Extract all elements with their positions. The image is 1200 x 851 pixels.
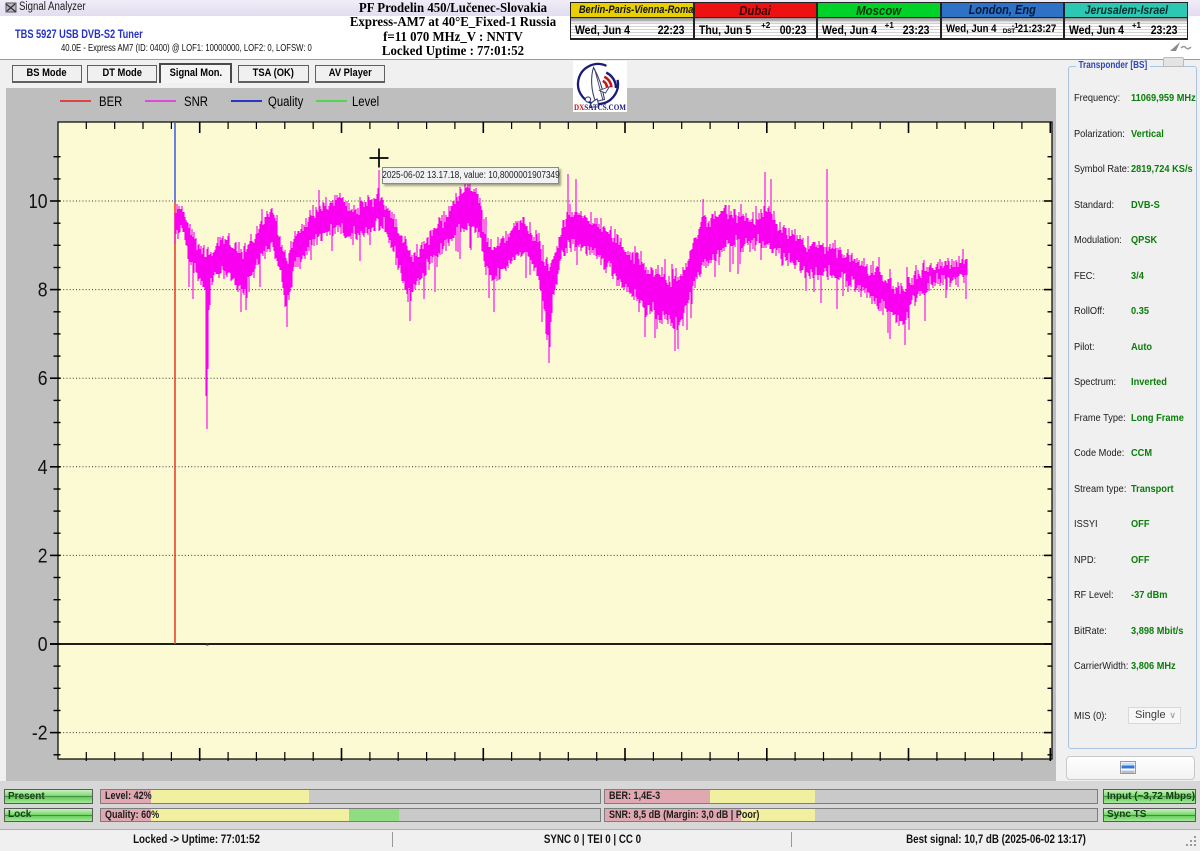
svg-text:8: 8 xyxy=(38,279,48,302)
svg-text:DXSATCS.COM: DXSATCS.COM xyxy=(574,102,626,112)
svg-text:10: 10 xyxy=(30,191,48,214)
svg-text:-2: -2 xyxy=(32,722,48,745)
svg-text:4: 4 xyxy=(38,457,48,480)
svg-text:6: 6 xyxy=(38,368,48,391)
svg-text:0: 0 xyxy=(38,634,48,657)
svg-text:2: 2 xyxy=(38,545,48,568)
